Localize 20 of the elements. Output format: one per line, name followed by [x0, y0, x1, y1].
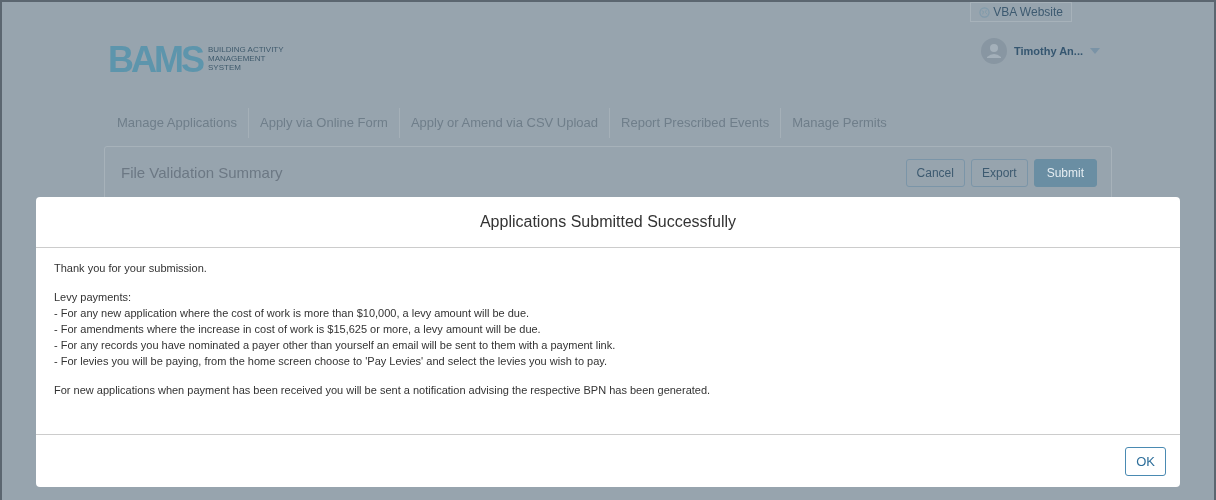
caret-icon[interactable] — [1090, 48, 1100, 54]
website-link[interactable]: VBA Website — [970, 2, 1072, 22]
avatar-icon — [980, 38, 1007, 64]
action-button[interactable]: Cancel — [905, 159, 965, 187]
dialog-text: - For any new application where the cost of work is more than $10,000, a levy amount will be due. — [54, 306, 530, 321]
dialog-text: Thank you for your submission. — [54, 261, 207, 276]
ok-button[interactable]: OK — [1125, 446, 1166, 476]
submit-button[interactable]: Submit — [1033, 159, 1097, 187]
logo-caption: MANAGEMENT — [208, 54, 267, 63]
dialog-text: - For amendments where the increase in cost of work is $15,625 or more, a levy amount will be due. — [54, 322, 541, 337]
logo-caption: BUILDING ACTIVITY — [208, 45, 284, 54]
dialog-text: For new applications when payment has been received you will be sent a notification advising the respective BPN has been generated. — [54, 383, 711, 398]
user-name[interactable]: Timothy An... — [1013, 45, 1083, 57]
action-button[interactable]: Export — [970, 159, 1028, 187]
dialog-text: - For levies you will be paying, from the home screen choose to 'Pay Levies' and select the levies you wish to pay. — [54, 354, 608, 369]
dialog-text: - For any records you have nominated a payer other than yourself an email will be sent to them with a payment link. — [54, 338, 616, 353]
dialog-text: Levy payments: — [54, 290, 132, 305]
logo-caption: SYSTEM — [208, 63, 242, 72]
logo-mark: BAMS — [108, 42, 202, 78]
dialog-title: Applications Submitted Successfully — [479, 213, 737, 231]
